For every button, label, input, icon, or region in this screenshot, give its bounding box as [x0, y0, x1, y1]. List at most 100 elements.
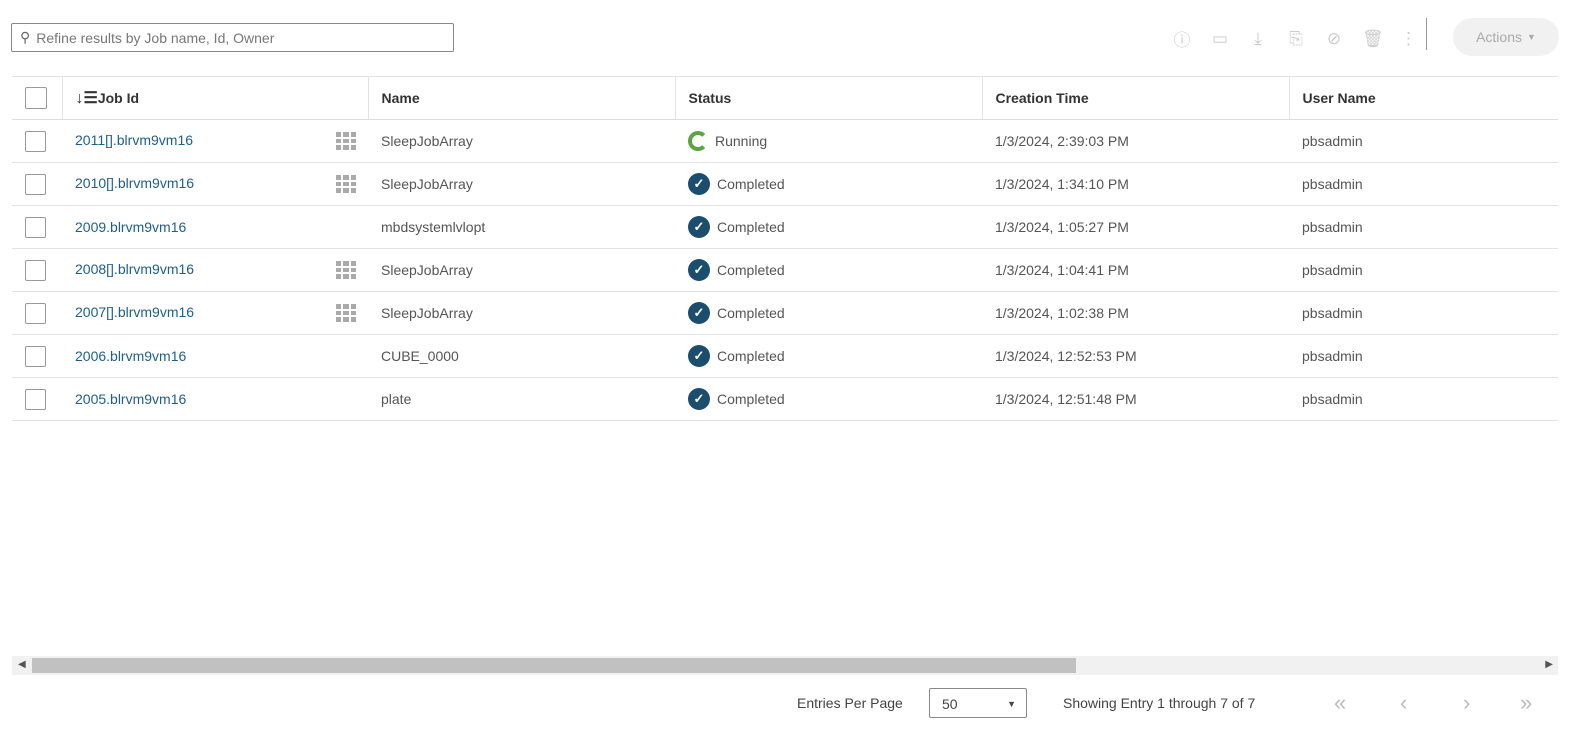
creation-time: 1/3/2024, 12:52:53 PM: [982, 334, 1289, 378]
last-page-button[interactable]: »: [1520, 688, 1532, 718]
completed-check-icon: ✓: [688, 216, 710, 238]
running-icon: [688, 131, 708, 151]
row-checkbox[interactable]: [25, 216, 46, 238]
job-name: mbdsystemlvlopt: [368, 205, 675, 249]
column-creation-time[interactable]: Creation Time: [981, 76, 1289, 120]
job-array-icon[interactable]: [336, 304, 356, 322]
toolbar-divider: [1426, 18, 1427, 50]
search-box[interactable]: ⚲: [11, 23, 454, 52]
select-all-checkbox[interactable]: [25, 87, 47, 109]
first-page-button[interactable]: «: [1334, 688, 1346, 718]
column-label: Job Id: [97, 90, 140, 106]
status-text: Completed: [717, 176, 785, 192]
creation-time: 1/3/2024, 2:39:03 PM: [982, 119, 1289, 163]
status-text: Completed: [717, 219, 785, 235]
job-id-link[interactable]: 2011[].blrvm9vm16: [75, 132, 193, 148]
job-array-icon[interactable]: [336, 132, 356, 150]
table-row[interactable]: 2005.blrvm9vm16 plate ✓ Completed 1/3/202…: [12, 377, 1558, 421]
job-name: SleepJobArray: [368, 119, 675, 163]
job-id-link[interactable]: 2009.blrvm9vm16: [75, 219, 186, 235]
table-row[interactable]: 2009.blrvm9vm16 mbdsystemlvlopt ✓ Complet…: [12, 205, 1558, 249]
job-id-link[interactable]: 2010[].blrvm9vm16: [75, 175, 194, 191]
job-name: SleepJobArray: [368, 291, 675, 335]
search-icon: ⚲: [20, 29, 31, 45]
cancel-icon[interactable]: ⊘: [1324, 29, 1344, 49]
user-name: pbsadmin: [1289, 119, 1558, 163]
entries-per-page-select[interactable]: 50 ▼: [929, 688, 1027, 718]
display-icon[interactable]: ▭: [1210, 29, 1230, 49]
sort-desc-icon: ↓☰: [75, 90, 98, 107]
row-checkbox[interactable]: [25, 259, 46, 281]
completed-check-icon: ✓: [688, 259, 710, 281]
table-row[interactable]: 2010[].blrvm9vm16 SleepJobArray ✓ Complet…: [12, 162, 1558, 206]
job-name: plate: [368, 377, 675, 421]
search-input[interactable]: [36, 29, 437, 46]
scrollbar-thumb[interactable]: [32, 658, 1076, 673]
job-id-link[interactable]: 2007[].blrvm9vm16: [75, 304, 194, 320]
showing-entries-text: Showing Entry 1 through 7 of 7: [1063, 695, 1256, 711]
job-array-icon[interactable]: [336, 261, 356, 279]
job-name: CUBE_0000: [368, 334, 675, 378]
download-icon[interactable]: ⤓: [1248, 29, 1268, 49]
completed-check-icon: ✓: [688, 388, 710, 410]
table-row[interactable]: 2006.blrvm9vm16 CUBE_0000 ✓ Completed 1/3…: [12, 334, 1558, 378]
column-user-name[interactable]: User Name: [1288, 76, 1558, 120]
completed-check-icon: ✓: [688, 302, 710, 324]
user-name: pbsadmin: [1289, 205, 1558, 249]
column-label: Name: [381, 90, 420, 106]
user-name: pbsadmin: [1289, 248, 1558, 292]
row-checkbox[interactable]: [25, 173, 46, 195]
scroll-right-icon[interactable]: ▶: [1545, 659, 1553, 670]
row-checkbox[interactable]: [25, 345, 46, 367]
creation-time: 1/3/2024, 1:02:38 PM: [982, 291, 1289, 335]
user-name: pbsadmin: [1289, 291, 1558, 335]
column-label: Status: [688, 90, 732, 106]
column-job-id[interactable]: ↓☰Job Id: [61, 76, 368, 120]
caret-down-icon: ▼: [1007, 699, 1016, 709]
column-name[interactable]: Name: [367, 76, 675, 120]
status-text: Running: [715, 133, 768, 149]
job-id-link[interactable]: 2008[].blrvm9vm16: [75, 261, 194, 277]
row-checkbox[interactable]: [25, 302, 46, 324]
delete-icon[interactable]: 🗑: [1362, 29, 1384, 49]
job-id-link[interactable]: 2005.blrvm9vm16: [75, 391, 186, 407]
table-row[interactable]: 2011[].blrvm9vm16 SleepJobArray Running …: [12, 119, 1558, 163]
table-header: ↓☰Job Id Name Status Creation Time User …: [12, 76, 1558, 120]
column-status[interactable]: Status: [674, 76, 982, 120]
job-name: SleepJobArray: [368, 162, 675, 206]
job-id-link[interactable]: 2006.blrvm9vm16: [75, 348, 186, 364]
entries-per-page-label: Entries Per Page: [797, 695, 903, 711]
actions-button[interactable]: Actions ▼: [1453, 18, 1559, 56]
prev-page-button[interactable]: ‹: [1400, 688, 1407, 718]
creation-time: 1/3/2024, 12:51:48 PM: [982, 377, 1289, 421]
status-text: Completed: [717, 305, 785, 321]
status-text: Completed: [717, 348, 785, 364]
user-name: pbsadmin: [1289, 162, 1558, 206]
table-row[interactable]: 2008[].blrvm9vm16 SleepJobArray ✓ Complet…: [12, 248, 1558, 292]
info-icon[interactable]: ⓘ: [1172, 26, 1192, 51]
column-label: User Name: [1302, 90, 1376, 106]
status-text: Completed: [717, 391, 785, 407]
entries-value: 50: [942, 696, 958, 712]
next-page-button[interactable]: ›: [1463, 688, 1470, 718]
clone-icon[interactable]: ⎘: [1286, 29, 1306, 49]
creation-time: 1/3/2024, 1:04:41 PM: [982, 248, 1289, 292]
table-row[interactable]: 2007[].blrvm9vm16 SleepJobArray ✓ Complet…: [12, 291, 1558, 335]
more-icon[interactable]: ⋮: [1400, 29, 1417, 49]
scroll-left-icon[interactable]: ◀: [18, 659, 26, 670]
creation-time: 1/3/2024, 1:05:27 PM: [982, 205, 1289, 249]
status-text: Completed: [717, 262, 785, 278]
job-array-icon[interactable]: [336, 175, 356, 193]
row-checkbox[interactable]: [25, 388, 46, 410]
horizontal-scrollbar[interactable]: ◀ ▶: [12, 656, 1558, 675]
column-label: Creation Time: [995, 90, 1089, 106]
user-name: pbsadmin: [1289, 334, 1558, 378]
pagination: Entries Per Page 50 ▼ Showing Entry 1 thr…: [0, 688, 1593, 718]
actions-label: Actions: [1476, 29, 1522, 45]
row-checkbox[interactable]: [25, 130, 46, 152]
caret-down-icon: ▼: [1527, 32, 1536, 42]
creation-time: 1/3/2024, 1:34:10 PM: [982, 162, 1289, 206]
job-name: SleepJobArray: [368, 248, 675, 292]
toolbar: ⓘ ▭ ⤓ ⎘ ⊘ 🗑 ⋮: [1172, 26, 1418, 51]
jobs-table: ↓☰Job Id Name Status Creation Time User …: [12, 76, 1558, 421]
